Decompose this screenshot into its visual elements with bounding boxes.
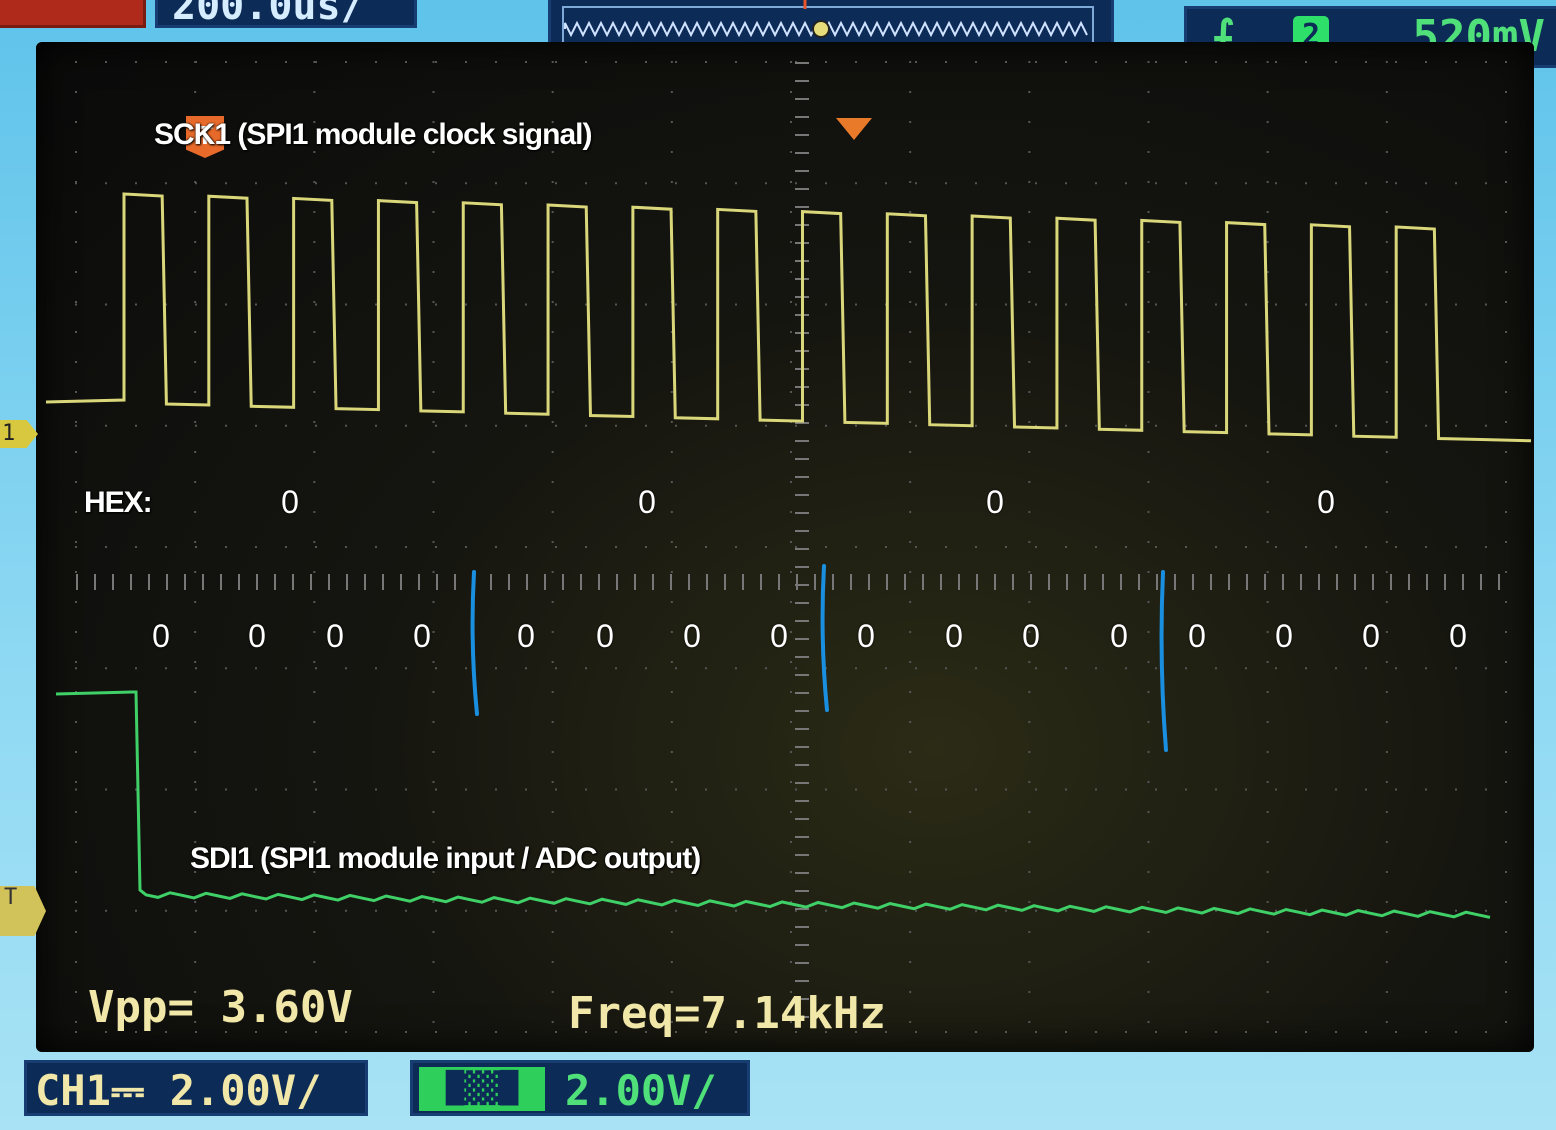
ch1-label: CH1: [35, 1066, 111, 1115]
bit-value: 0: [1362, 618, 1380, 654]
timebase-value: 200.0us/: [172, 0, 365, 28]
bit-value: 0: [1275, 618, 1293, 654]
bit-value: 0: [770, 618, 788, 654]
timebase-readout[interactable]: 200.0us/: [155, 0, 417, 28]
bit-value: 0: [326, 618, 344, 654]
memory-position-marker[interactable]: [812, 20, 830, 38]
bit-value: 0: [1110, 618, 1128, 654]
graticule: [75, 61, 1507, 1033]
bit-value: 0: [1022, 618, 1040, 654]
bit-value: 0: [1188, 618, 1206, 654]
scope-screen: T SCK1 (SPI1 module clock signal) SDI1 (…: [36, 42, 1534, 1052]
trigger-time-marker[interactable]: [836, 118, 872, 140]
bit-value: 0: [596, 618, 614, 654]
hex-digit: 0: [1317, 484, 1335, 520]
bit-value: 0: [1449, 618, 1467, 654]
bit-value: 0: [517, 618, 535, 654]
waveform-display: [45, 61, 1532, 1033]
nibble-separator: [1159, 570, 1168, 752]
ch2-data-trace: [55, 690, 1491, 919]
hex-label: HEX:: [84, 486, 153, 519]
oscilloscope-bezel: 200.0us/ ⨍ 2 520mV T SCK1 (SPI1 module c…: [0, 0, 1556, 1130]
sck-trace-label: SCK1 (SPI1 module clock signal): [154, 118, 592, 151]
bit-value: 0: [857, 618, 875, 654]
nibble-separator: [470, 570, 479, 716]
sdi-trace-label: SDI1 (SPI1 module input / ADC output): [190, 842, 701, 875]
run-status-indicator: [0, 0, 146, 28]
hex-digit: 0: [281, 484, 299, 520]
bit-value: 0: [683, 618, 701, 654]
bit-value: 0: [413, 618, 431, 654]
frequency-measurement: Freq=7.14kHz: [568, 988, 886, 1039]
bit-value: 0: [248, 618, 266, 654]
ch1-clock-trace: [45, 192, 1532, 443]
ch2-coupling-icon: █▓▓█: [419, 1067, 545, 1111]
hex-digit: 0: [986, 484, 1004, 520]
ch1-scale-readout[interactable]: CH1⎓ 2.00V/: [24, 1060, 368, 1116]
vpp-measurement: Vpp= 3.60V: [88, 982, 353, 1033]
hex-digit: 0: [638, 484, 656, 520]
ch2-scale-readout[interactable]: █▓▓█ 2.00V/: [410, 1060, 750, 1116]
ch2-scale-value: 2.00V/: [565, 1066, 717, 1115]
dc-coupling-icon: ⎓: [110, 1066, 145, 1115]
bit-value: 0: [945, 618, 963, 654]
nibble-separators: [470, 564, 1168, 752]
bit-value: 0: [152, 618, 170, 654]
nibble-separator: [820, 564, 829, 712]
ch1-ground-marker[interactable]: 1: [0, 420, 38, 448]
ch1-scale-value: 2.00V/: [169, 1066, 322, 1115]
